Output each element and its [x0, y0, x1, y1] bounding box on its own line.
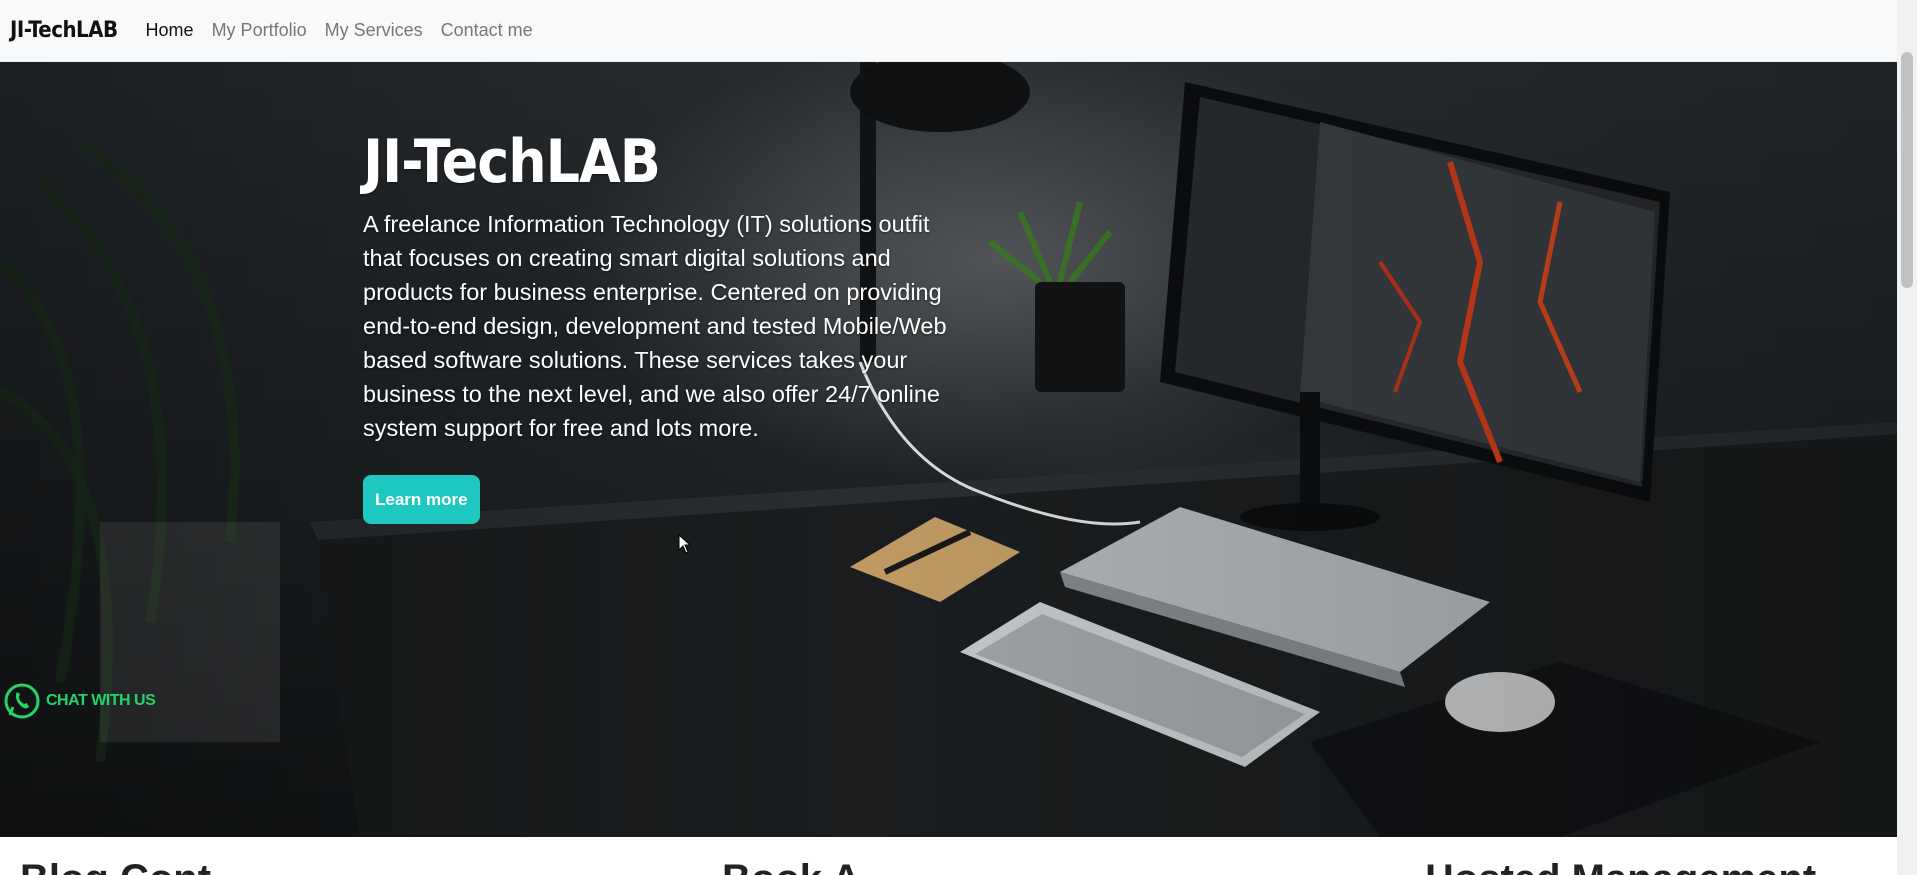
feature-title-book: Book A	[722, 857, 861, 875]
feature-title-hosted-management: Hosted Management	[1425, 857, 1816, 875]
nav-services[interactable]: My Services	[325, 20, 423, 41]
feature-title-blog: Blog Cont	[20, 857, 211, 875]
scrollbar-thumb[interactable]	[1901, 52, 1913, 288]
chat-with-us-label: CHAT WITH US	[46, 692, 156, 709]
hero-title: JI-TechLAB	[363, 127, 661, 197]
hero-description: A freelance Information Technology (IT) …	[363, 211, 947, 441]
nav-portfolio[interactable]: My Portfolio	[212, 20, 307, 41]
features-section: Blog Cont Book A Hosted Management	[0, 837, 1897, 875]
nav-home[interactable]: Home	[146, 20, 194, 41]
learn-more-button[interactable]: Learn more	[363, 475, 480, 524]
navbar: JI-TechLAB Home My Portfolio My Services…	[0, 0, 1897, 62]
mouse-cursor-icon	[678, 534, 692, 554]
chat-with-us-widget[interactable]: CHAT WITH US	[2, 681, 156, 721]
vertical-scrollbar[interactable]	[1897, 0, 1917, 875]
nav-contact[interactable]: Contact me	[441, 20, 533, 41]
hero-section: JI-TechLAB A freelance Information Techn…	[0, 62, 1897, 837]
hero-content: JI-TechLAB A freelance Information Techn…	[363, 127, 963, 524]
brand-logo[interactable]: JI-TechLAB	[10, 18, 118, 43]
whatsapp-icon	[4, 683, 40, 719]
